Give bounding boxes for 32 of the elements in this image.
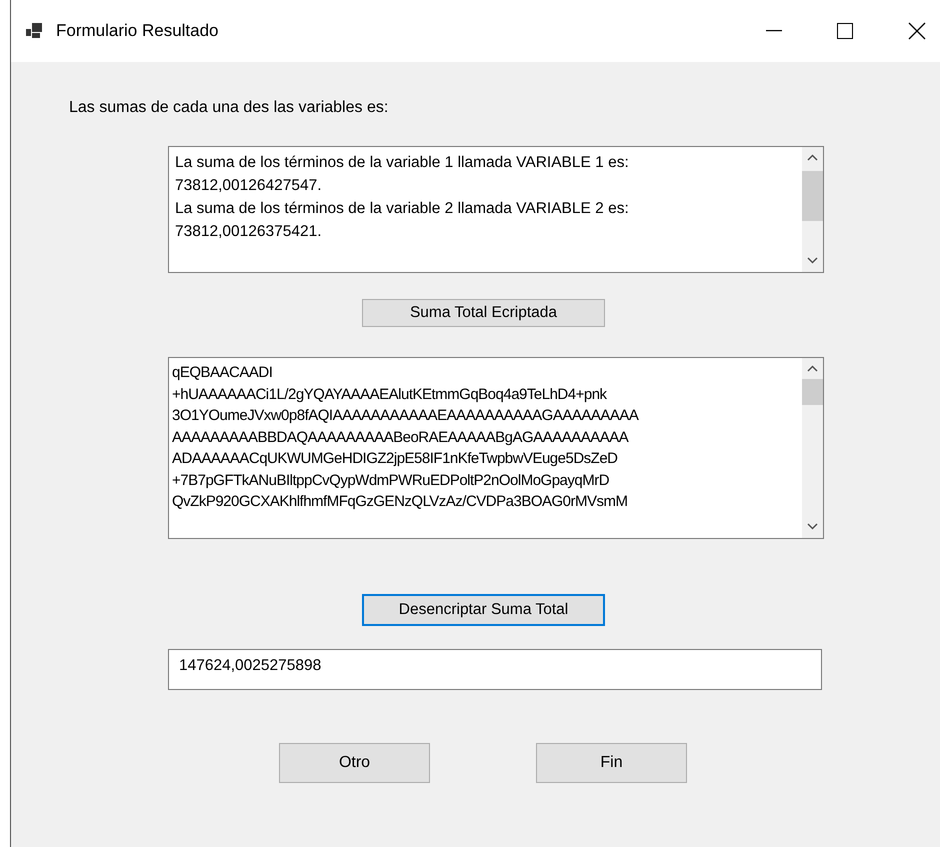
sums-text-area[interactable]: La suma de los términos de la variable 1 llamada VARIABLE 1 es: 73812,00126427547. La suma de los términos de la variable 2 llamada VARIABLE 2 es: 73812,00126375421. — [168, 146, 824, 273]
scrollbar[interactable] — [802, 358, 823, 538]
scrollbar[interactable] — [802, 147, 823, 272]
text-line: QvZkP920GCXAKhlfhmfMFqGzGENzQLVzAz/CVDPa3BOAG0rMVsmM — [172, 492, 629, 512]
action-button[interactable]: Otro — [279, 743, 430, 783]
decrypt-button[interactable]: Desencriptar Suma Total — [362, 594, 605, 626]
text-line: AAAAAAAAABBDAQAAAAAAAAABeoRAEAAAAABgAGAAAAAAAAAA — [172, 428, 630, 448]
text-line: La suma de los términos de la variable 2 llamada VARIABLE 2 es: — [175, 199, 630, 219]
close-icon[interactable] — [908, 22, 926, 40]
text-line: +7B7pGFTkANuBIltppCvQypWdmPWRuEDPoltP2nOolMoGpayqMrD — [172, 470, 610, 490]
text-line: 73812,00126427547. — [175, 176, 323, 196]
scroll-up-icon[interactable] — [807, 365, 818, 372]
scroll-down-icon[interactable] — [807, 523, 818, 530]
text-line: 73812,00126375421. — [175, 222, 323, 242]
scroll-down-icon[interactable] — [807, 257, 818, 264]
scroll-thumb[interactable] — [802, 171, 823, 221]
scroll-up-icon[interactable] — [807, 154, 818, 161]
encrypted-text-area[interactable] — [168, 357, 824, 539]
window-title: Formulario Resultado — [56, 20, 219, 42]
action-button[interactable]: Fin — [536, 743, 687, 783]
maximize-icon[interactable] — [837, 23, 853, 39]
text-line: La suma de los términos de la variable 1 llamada VARIABLE 1 es: — [175, 153, 630, 173]
app-icon — [26, 23, 44, 39]
text-line: qEQBAACAADI — [172, 363, 274, 383]
result-field[interactable]: 147624,0025275898 — [168, 649, 822, 690]
encrypt-button[interactable]: Suma Total Ecriptada — [362, 299, 605, 327]
sums-label: Las sumas de cada una des las variables es: — [69, 98, 390, 118]
minimize-icon[interactable] — [766, 30, 782, 32]
text-line: ADAAAAAACqUKWUMGeHDIGZ2jpE58IF1nKfeTwpbwVEuge5DsZeD — [172, 449, 619, 469]
text-line: +hUAAAAAACi1L/2gYQAYAAAAEAlutKEtmmGqBoq4a9TeLhD4+pnk — [172, 384, 608, 404]
text-line: 3O1YOumeJVxw0p8fAQIAAAAAAAAAAAEAAAAAAAAAAGAAAAAAAAA — [172, 406, 640, 426]
scroll-thumb[interactable] — [802, 379, 823, 405]
